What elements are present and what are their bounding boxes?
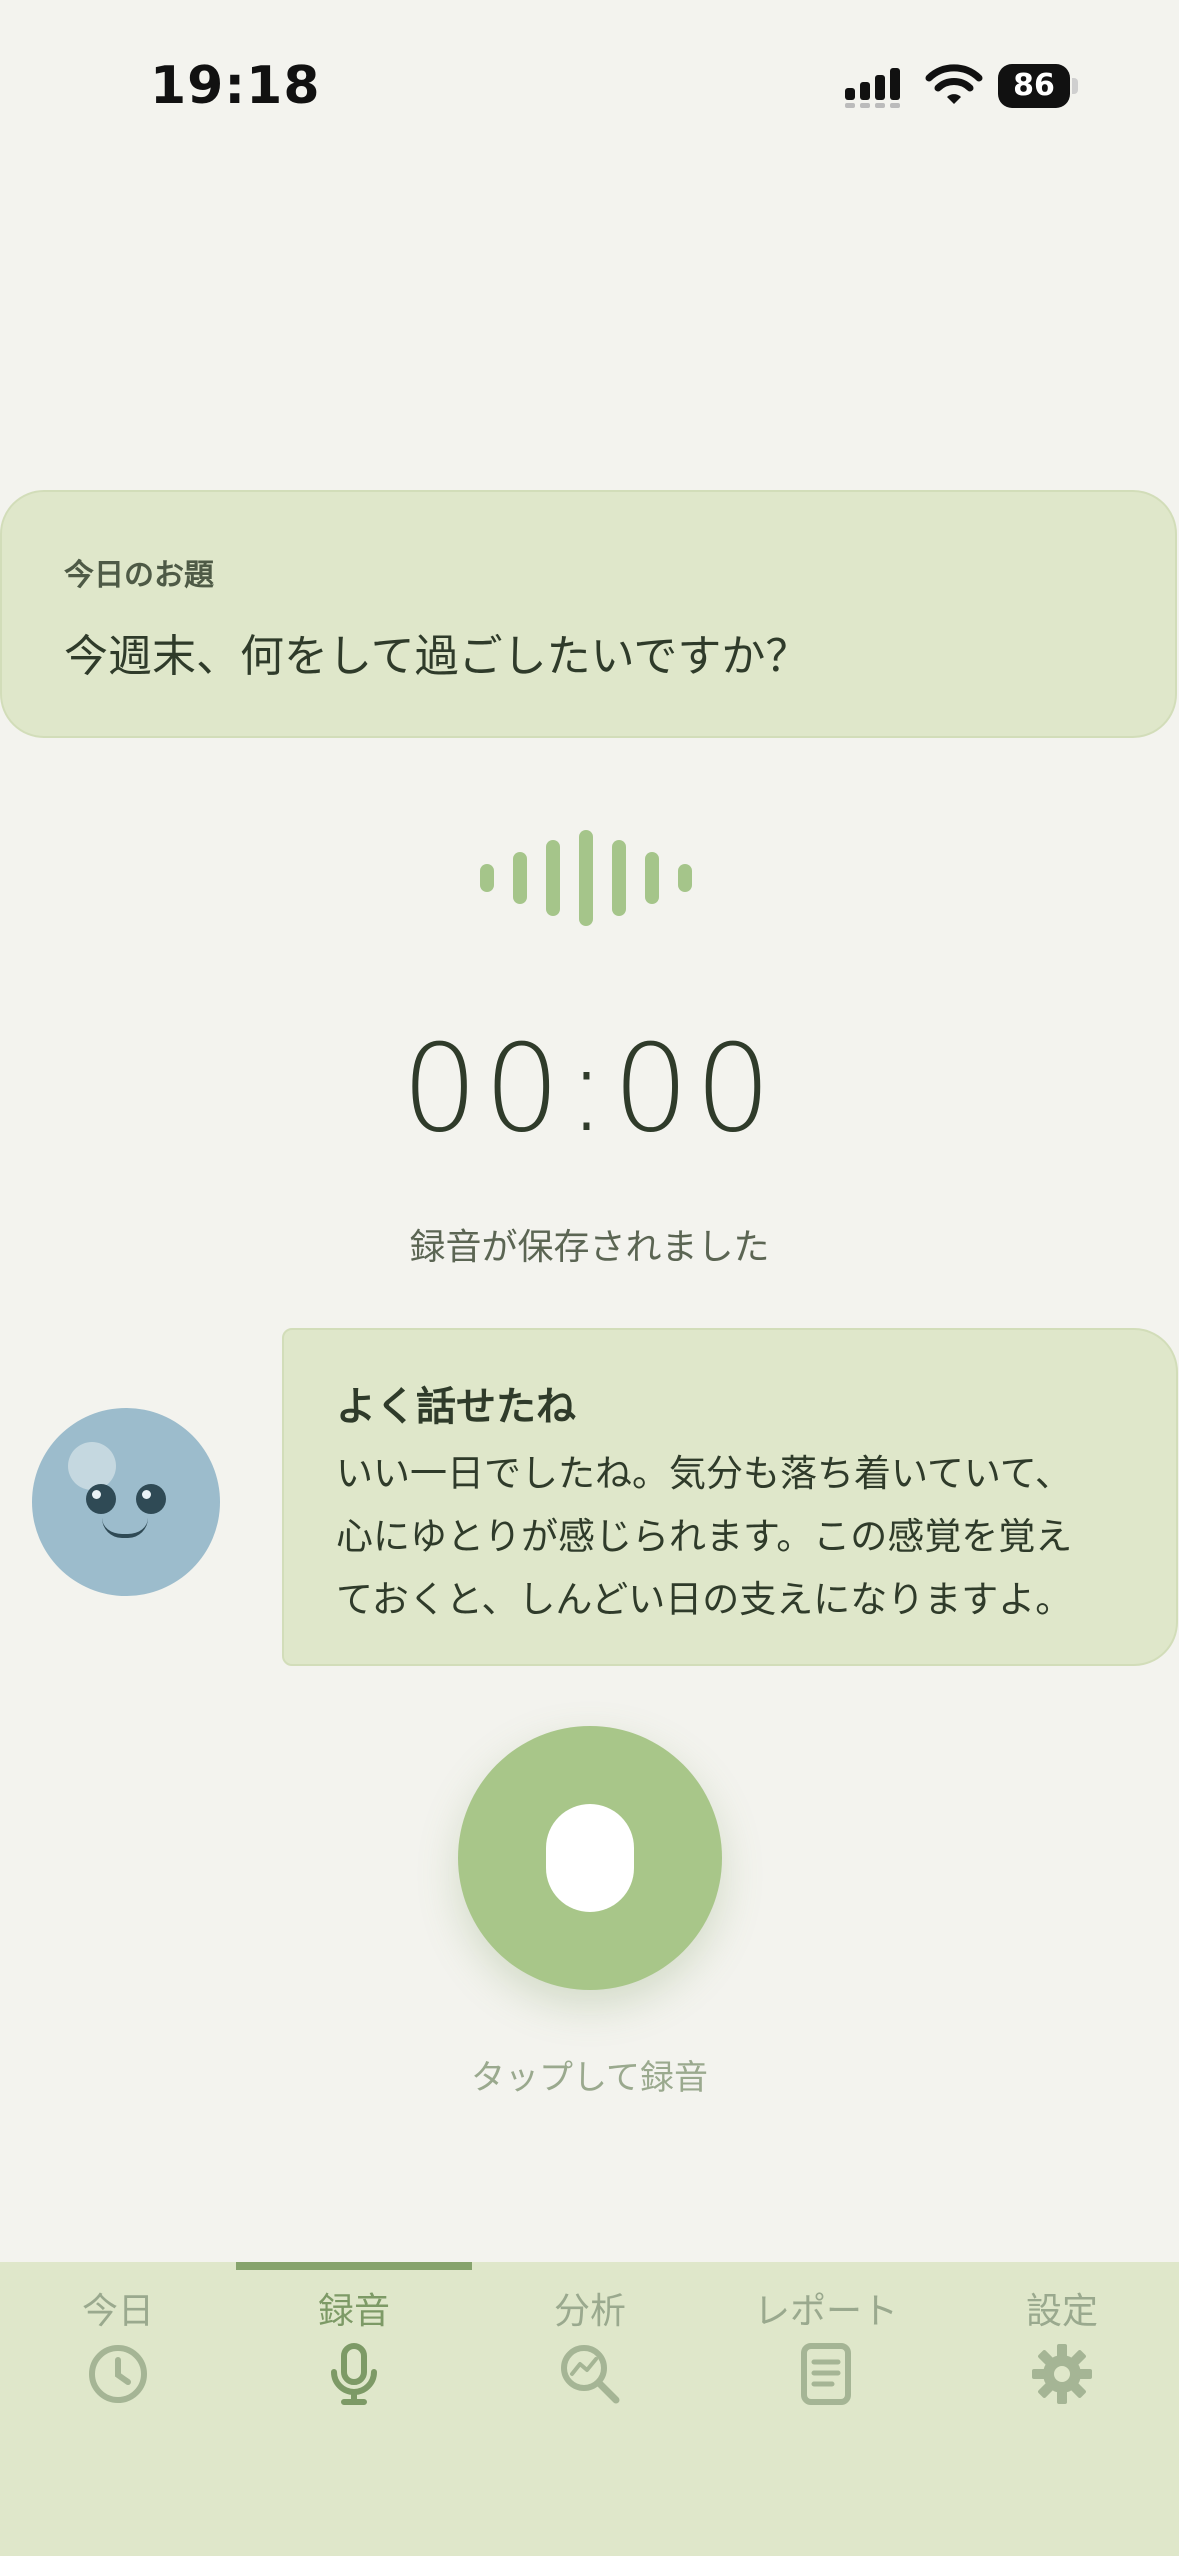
prompt-question: 今週末、何をして過ごしたいですか？ xyxy=(64,631,810,682)
microphone-icon xyxy=(331,2343,377,2405)
clock-icon xyxy=(89,2345,147,2403)
analysis-search-icon xyxy=(561,2345,620,2404)
waveform-icon xyxy=(480,830,700,926)
record-button[interactable] xyxy=(458,1726,722,1990)
cellular-signal-icon xyxy=(845,68,900,108)
tab-report[interactable]: レポート xyxy=(708,2262,944,2422)
feedback-line: ておくと、しんどい日の支えになりますよ。 xyxy=(336,1578,1073,1621)
tab-today[interactable]: 今日 xyxy=(0,2262,236,2422)
tab-label: 設定 xyxy=(1025,2291,1098,2332)
tab-label: レポート xyxy=(753,2291,898,2332)
tab-label: 分析 xyxy=(553,2291,626,2332)
tab-analysis[interactable]: 分析 xyxy=(472,2262,708,2422)
tab-label: 今日 xyxy=(81,2291,154,2332)
record-hint: タップして録音 xyxy=(471,2058,708,2098)
recording-timer: 00:00 xyxy=(401,1020,778,1159)
tab-label: 録音 xyxy=(317,2291,390,2332)
tab-settings[interactable]: 設定 xyxy=(944,2262,1179,2422)
gear-icon xyxy=(1032,2344,1092,2404)
recording-status: 録音が保存されました xyxy=(409,1227,770,1268)
feedback-bubble: よく話せたね いい一日でしたね。気分も落ち着いていて、 心にゆとりが感じられます… xyxy=(282,1328,1178,1666)
prompt-label: 今日のお題 xyxy=(64,558,214,593)
status-time: 19:18 xyxy=(150,56,321,116)
tab-record[interactable]: 録音 xyxy=(236,2262,472,2422)
feedback-title: よく話せたね xyxy=(336,1384,576,1430)
battery-indicator: 86 xyxy=(998,64,1080,108)
wifi-icon xyxy=(925,64,983,104)
feedback-line: いい一日でしたね。気分も落ち着いていて、 xyxy=(336,1452,1072,1495)
bottom-tab-bar: 今日 録音 分析 レポート 設定 xyxy=(0,2262,1179,2556)
document-icon xyxy=(801,2343,851,2405)
feedback-line: 心にゆとりが感じられます。この感覚を覚え xyxy=(336,1515,1073,1558)
mascot-avatar xyxy=(32,1408,220,1596)
battery-level: 86 xyxy=(1013,68,1055,103)
daily-prompt-card: 今日のお題 今週末、何をして過ごしたいですか？ xyxy=(0,490,1177,738)
feedback-message: いい一日でしたね。気分も落ち着いていて、 心にゆとりが感じられます。この感覚を覚… xyxy=(336,1442,1136,1631)
record-icon xyxy=(546,1804,634,1912)
